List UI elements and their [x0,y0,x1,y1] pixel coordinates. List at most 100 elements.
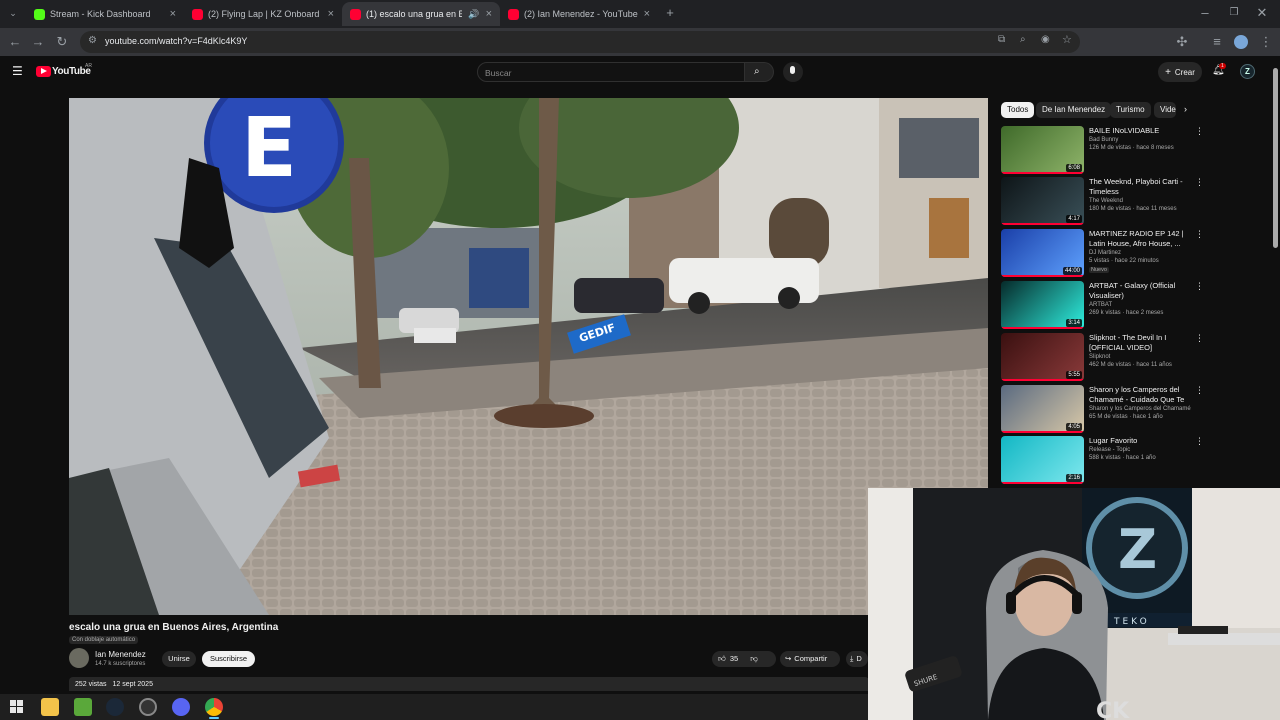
media-icon[interactable]: ≡ [1208,33,1226,51]
url-text[interactable]: youtube.com/watch?v=F4dKlc4K9Y [105,36,247,46]
scrollbar-thumb[interactable] [1273,68,1278,248]
chip-tourism[interactable]: Turismo [1110,102,1151,118]
close-tab-icon[interactable]: × [644,8,650,20]
game-launcher-icon[interactable] [74,698,92,716]
recommendation-thumbnail[interactable]: 2:16 [1001,436,1084,484]
recommendation-channel[interactable]: Sharon y los Camperos del Chamamé [1089,406,1191,412]
auto-dub-badge[interactable]: Con doblaje automático [69,636,139,644]
tab-search-icon[interactable]: ⌄ [4,4,22,22]
close-window-icon[interactable]: ✕ [1253,4,1271,22]
recommendation-item[interactable]: 4:05 Sharon y los Camperos del Chamamé - … [1001,385,1266,433]
bookmark-star-icon[interactable]: ☆ [1062,33,1072,46]
channel-avatar[interactable] [69,648,89,668]
recommendation-item[interactable]: 3:14 ARTBAT - Galaxy (Official Visualiser… [1001,281,1266,329]
recommendation-channel[interactable]: The Weeknd [1089,198,1123,204]
video-player[interactable]: GEDIF E [69,98,988,615]
search-button[interactable]: ⌕ [745,62,774,82]
chip-all[interactable]: Todos [1001,102,1035,118]
dislike-icon[interactable]: 👎︎ [750,651,758,667]
close-tab-icon[interactable]: × [486,8,492,20]
new-tab-icon[interactable]: + [661,4,679,22]
like-count[interactable]: 35 [730,651,738,667]
recommendation-thumbnail[interactable]: 4:17 [1001,177,1084,225]
reload-icon[interactable]: ↻ [53,33,71,51]
recommendation-channel[interactable]: ARTBAT [1089,302,1112,308]
recommendation-title[interactable]: Sharon y los Camperos del Chamamé - Cuid… [1089,385,1189,405]
recommendation-item[interactable]: 2:16 Lugar Favorito Release - Topic 588 k v… [1001,436,1266,484]
recommendation-title[interactable]: The Weeknd, Playboi Carti - Timeless [1089,177,1189,197]
video-title: escalo una grua en Buenos Aires, Argenti… [69,622,279,633]
tab-kick-dashboard[interactable]: Stream - Kick Dashboard × [26,2,184,26]
install-icon[interactable]: ⧉ [998,34,1005,45]
recommendation-thumbnail[interactable]: 6:08 [1001,126,1084,174]
recommendation-title[interactable]: BAILE INoLVIDABLE [1089,126,1189,136]
channel-name[interactable]: Ian Menendez [95,650,146,659]
search-input[interactable]: Buscar [477,62,745,82]
share-button[interactable]: ↪ Compartir [780,651,840,667]
more-actions-icon[interactable]: ⋮ [1195,333,1204,344]
more-actions-icon[interactable]: ⋮ [1195,177,1204,188]
subscribe-button[interactable]: Suscribirse [202,651,255,667]
recommendation-thumbnail[interactable]: 3:14 [1001,281,1084,329]
recommendation-item[interactable]: 44:00 MARTINEZ RADIO EP 142 | Latin House… [1001,229,1266,277]
recommendation-thumbnail[interactable]: 5:55 [1001,333,1084,381]
video-description-box[interactable]: 252 vistas 12 sept 2025 [69,677,869,691]
close-tab-icon[interactable]: × [170,8,176,20]
download-button[interactable]: ⤓ D [846,651,868,667]
tab-escalo-grua[interactable]: (1) escalo una grua en Buen 🔊 × [342,2,500,26]
video-duration: 44:00 [1062,267,1082,275]
hamburger-menu-icon[interactable]: ☰ [12,64,23,78]
profile-avatar[interactable] [1234,35,1248,49]
youtube-logo-icon[interactable] [36,66,51,77]
recommendation-title[interactable]: ARTBAT - Galaxy (Official Visualiser) [1089,281,1189,301]
recommendation-thumbnail[interactable]: 44:00 [1001,229,1084,277]
eye-off-icon[interactable]: ◉ [1041,34,1050,45]
obs-icon[interactable] [139,698,157,716]
more-actions-icon[interactable]: ⋮ [1195,281,1204,292]
back-icon[interactable]: ← [6,33,24,51]
chips-next-icon[interactable]: › [1184,104,1187,114]
recommendation-title[interactable]: Lugar Favorito [1089,436,1189,446]
speaker-icon[interactable]: 🔊 [468,9,479,20]
recommendation-channel[interactable]: Bad Bunny [1089,137,1118,143]
recommendation-thumbnail[interactable]: 4:05 [1001,385,1084,433]
site-info-icon[interactable]: ⚙ [88,35,97,46]
steam-icon[interactable] [106,698,124,716]
tab-ian-menendez[interactable]: (2) Ian Menendez - YouTube × [500,2,658,26]
recommendation-channel[interactable]: Release - Topic [1089,447,1130,453]
page-scrollbar[interactable] [1271,56,1280,488]
zoom-icon[interactable]: ⌕ [1020,34,1026,45]
chrome-icon[interactable] [205,698,223,716]
extensions-icon[interactable]: ✣ [1173,33,1191,51]
more-actions-icon[interactable]: ⋮ [1195,229,1204,240]
more-actions-icon[interactable]: ⋮ [1195,385,1204,396]
omnibox[interactable]: ⚙ youtube.com/watch?v=F4dKlc4K9Y ⧉ ⌕ ◉ ☆ [80,31,1080,53]
recommendation-channel[interactable]: DJ Martinez [1089,250,1121,256]
minimize-icon[interactable]: – [1196,4,1214,22]
discord-icon[interactable] [172,698,190,716]
more-actions-icon[interactable]: ⋮ [1195,436,1204,447]
account-avatar[interactable]: Z [1240,64,1255,79]
menu-kebab-icon[interactable]: ⋮ [1257,33,1275,51]
close-tab-icon[interactable]: × [328,8,334,20]
video-duration: 2:16 [1066,474,1082,482]
recommendation-item[interactable]: 5:55 Slipknot - The Devil In I [OFFICIAL … [1001,333,1266,381]
recommendation-item[interactable]: 6:08 BAILE INoLVIDABLE Bad Bunny 126 M de v… [1001,126,1266,174]
like-icon[interactable]: 👍︎ [718,651,726,667]
file-explorer-icon[interactable] [41,698,59,716]
restore-icon[interactable]: ❐ [1225,4,1243,22]
windows-start-icon[interactable] [8,698,26,716]
recommendation-meta: 180 M de vistas · hace 11 meses [1089,206,1177,212]
recommendation-channel[interactable]: Slipknot [1089,354,1110,360]
forward-icon[interactable]: → [29,33,47,51]
recommendation-title[interactable]: MARTINEZ RADIO EP 142 | Latin House, Afr… [1089,229,1189,249]
recommendation-title[interactable]: Slipknot - The Devil In I [OFFICIAL VIDE… [1089,333,1189,353]
voice-search-button[interactable] [783,62,803,82]
chip-from-channel[interactable]: De Ian Menendez [1036,102,1112,118]
more-actions-icon[interactable]: ⋮ [1195,126,1204,137]
create-button[interactable]: + Crear [1158,62,1202,82]
chip-videos[interactable]: Vide [1154,102,1176,118]
tab-flying-lap[interactable]: (2) Flying Lap | KZ Onboard at × [184,2,342,26]
join-button[interactable]: Unirse [162,651,196,667]
recommendation-item[interactable]: 4:17 The Weeknd, Playboi Carti - Timeless… [1001,177,1266,225]
